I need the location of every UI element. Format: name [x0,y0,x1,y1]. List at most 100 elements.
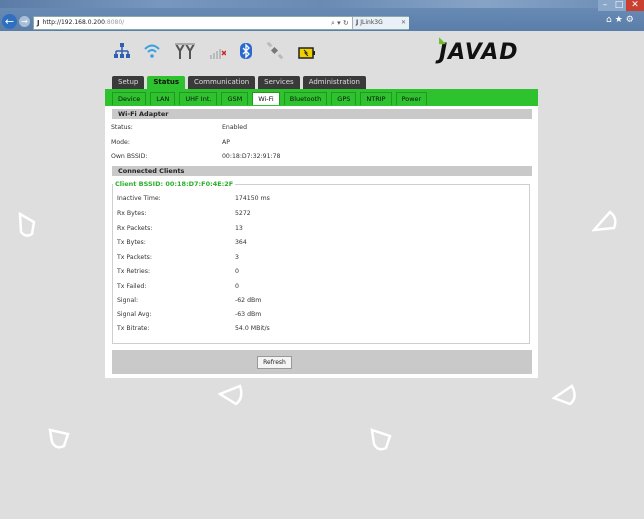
tab-communication[interactable]: Communication [187,76,256,89]
watermark-logo-icon [18,212,38,238]
client-row: Inactive Time: 174150 ms [117,194,517,203]
subtab-wifi[interactable]: Wi-Fi [252,92,280,105]
tab-logo-icon: J [356,19,359,26]
watermark-logo-icon [218,384,244,406]
main-tabs: Setup Status Communication Services Admi… [112,76,369,89]
own-bssid-value: 00:18:D7:32:91:78 [222,153,281,160]
connected-clients-header: Connected Clients [112,166,532,176]
client-field-value: 0 [235,283,239,290]
url-host: http://192.168.0.200 [42,19,105,26]
watermark-logo-icon [592,210,618,232]
toolbar-icons: ⌂★⚙ [606,15,637,25]
client-field-value: 5272 [235,210,251,217]
client-row: Tx Bytes: 364 [117,238,517,247]
client-field-value: 13 [235,225,243,232]
url-port: :8080/ [104,19,125,26]
tab-setup[interactable]: Setup [112,76,145,89]
client-field-label: Tx Bitrate: [117,325,150,332]
client-field-value: 3 [235,254,239,261]
forward-button[interactable]: → [19,16,30,27]
logo-swoosh-icon: ◣ [439,36,447,46]
subtab-power[interactable]: Power [395,92,428,105]
client-field-value: 54.0 MBit/s [235,325,270,332]
watermark-logo-icon [370,428,394,452]
address-controls[interactable]: ⌕ ▾ ↻ [331,17,349,29]
subtab-uhf-int[interactable]: UHF Int. [179,92,218,105]
mode-label: Mode: [111,139,130,146]
network-icon [114,43,130,63]
client-field-value: 174150 ms [235,195,270,202]
close-window-button[interactable]: ✕ [626,0,644,11]
wifi-icon [144,43,160,63]
javad-logo: ◣ JAVAD [439,36,519,65]
client-field-label: Inactive Time: [117,195,161,202]
antenna-icon [174,43,196,63]
subtab-ntrip[interactable]: NTRIP [360,92,392,105]
client-row: Signal: -62 dBm [117,296,517,305]
watermark-logo-icon [552,384,578,406]
subtab-gsm[interactable]: GSM [221,92,249,105]
status-icons-row [114,40,330,66]
tab-services[interactable]: Services [258,76,300,89]
watermark-logo-icon [48,428,72,450]
back-button[interactable]: ← [2,14,17,29]
subtab-gps[interactable]: GPS [331,92,357,105]
gear-icon[interactable]: ⚙ [626,15,637,25]
own-bssid-row: Own BSSID: 00:18:D7:32:91:78 [111,152,531,161]
own-bssid-label: Own BSSID: [111,153,148,160]
site-logo-icon: J [37,19,40,27]
close-tab-icon[interactable]: ✕ [401,17,406,29]
tab-status[interactable]: Status [147,76,185,89]
client-field-label: Rx Packets: [117,225,153,232]
subtab-bluetooth[interactable]: Bluetooth [283,92,328,105]
logo-text: JAVAD [439,40,519,65]
client-field-value: 364 [235,239,247,246]
address-bar[interactable]: J http://192.168.0.200:8080/ ⌕ ▾ ↻ J JLin… [33,16,409,30]
maximize-button[interactable]: □ [612,0,626,11]
client-field-value: 0 [235,268,239,275]
bluetooth-icon [240,43,252,63]
status-value: Enabled [222,124,248,131]
client-row: Tx Retries: 0 [117,267,517,276]
arrow-left-icon: ← [4,15,15,28]
client-field-label: Rx Bytes: [117,210,147,217]
refresh-button[interactable]: Refresh [257,356,292,369]
client-box: Inactive Time: 174150 ms Rx Bytes: 5272 … [112,184,530,344]
subtab-lan[interactable]: LAN [150,92,176,105]
client-field-label: Signal: [117,297,139,304]
refresh-bar: Refresh [112,350,532,374]
content-panel: Wi-Fi Adapter Status: Enabled Mode: AP O… [105,106,538,378]
home-icon[interactable]: ⌂ [606,15,615,25]
client-row: Rx Packets: 13 [117,224,517,233]
client-row: Rx Bytes: 5272 [117,209,517,218]
tab-administration[interactable]: Administration [302,76,366,89]
tab-title: JLink3G [360,19,383,26]
client-field-label: Tx Retries: [117,268,151,275]
client-field-label: Tx Failed: [117,283,147,290]
minimize-button[interactable]: – [598,0,612,11]
browser-chrome: – □ ✕ ← → J http://192.168.0.200:8080/ ⌕… [0,0,644,31]
battery-icon [298,44,316,63]
client-field-label: Tx Packets: [117,254,152,261]
subtab-device[interactable]: Device [112,92,147,105]
arrow-right-icon: → [21,17,28,26]
status-row: Status: Enabled [111,123,531,132]
client-row: Tx Failed: 0 [117,282,517,291]
signal-icon [210,44,227,63]
client-field-value: -62 dBm [235,297,262,304]
client-row: Signal Avg: -63 dBm [117,310,517,319]
client-bssid-legend: Client BSSID: 00:18:D7:F0:4E:2F [113,180,236,188]
wifi-adapter-header: Wi-Fi Adapter [112,109,532,119]
browser-tab[interactable]: J JLink3G ✕ [352,17,409,29]
star-icon[interactable]: ★ [615,15,626,25]
mode-value: AP [222,139,230,146]
tab-strip [0,0,644,8]
mode-row: Mode: AP [111,138,531,147]
client-field-label: Signal Avg: [117,311,152,318]
sub-tab-bar: Device LAN UHF Int. GSM Wi-Fi Bluetooth … [105,89,538,106]
client-row: Tx Bitrate: 54.0 MBit/s [117,324,517,333]
client-row: Tx Packets: 3 [117,253,517,262]
client-field-label: Tx Bytes: [117,239,146,246]
client-field-value: -63 dBm [235,311,262,318]
status-label: Status: [111,124,133,131]
